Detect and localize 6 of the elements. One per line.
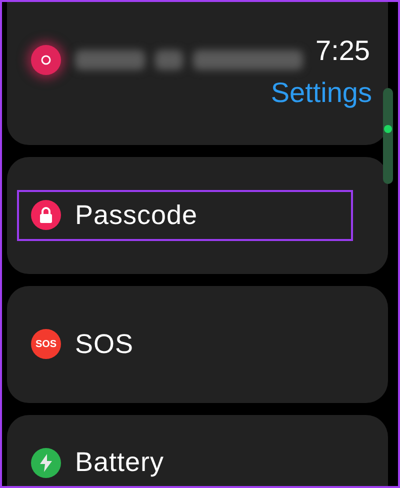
settings-row[interactable]: SOS SOS — [17, 318, 353, 370]
settings-row[interactable]: Passcode — [17, 190, 353, 242]
settings-row[interactable]: Battery — [17, 437, 353, 486]
back-title[interactable]: Settings — [270, 72, 372, 114]
sos-icon: SOS — [31, 329, 61, 360]
clock-time: 7:25 — [316, 34, 370, 68]
